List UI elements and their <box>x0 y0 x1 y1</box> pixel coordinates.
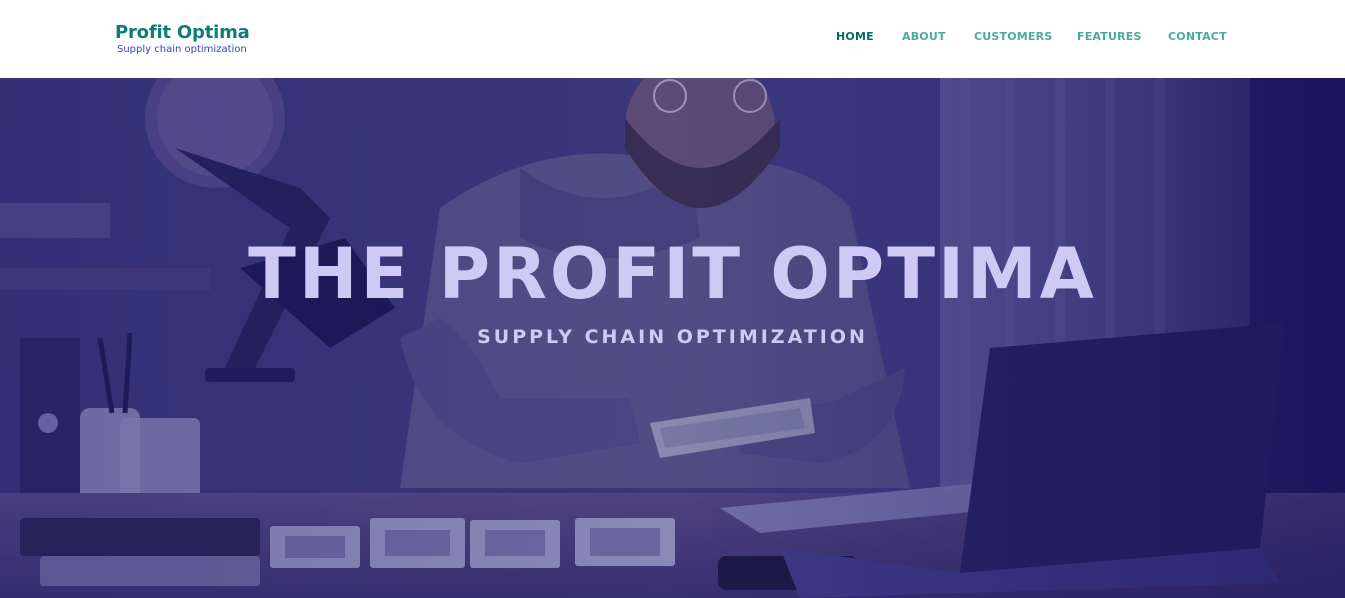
hero-title: THE PROFIT OPTIMA <box>248 233 1097 315</box>
nav-home[interactable]: HOME <box>836 30 874 44</box>
nav-contact[interactable]: CONTACT <box>1168 30 1227 44</box>
nav-customers[interactable]: CUSTOMERS <box>974 30 1052 44</box>
nav-features[interactable]: FEATURES <box>1077 30 1142 44</box>
brand-name: Profit Optima <box>115 22 250 43</box>
nav-about[interactable]: ABOUT <box>902 30 946 44</box>
hero-subtitle: SUPPLY CHAIN OPTIMIZATION <box>477 326 868 348</box>
brand-logo[interactable]: Profit Optima Supply chain optimization <box>115 22 250 56</box>
hero-section: THE PROFIT OPTIMA SUPPLY CHAIN OPTIMIZAT… <box>0 78 1345 598</box>
brand-tagline: Supply chain optimization <box>117 44 247 55</box>
site-header: Profit Optima Supply chain optimization … <box>0 0 1345 78</box>
